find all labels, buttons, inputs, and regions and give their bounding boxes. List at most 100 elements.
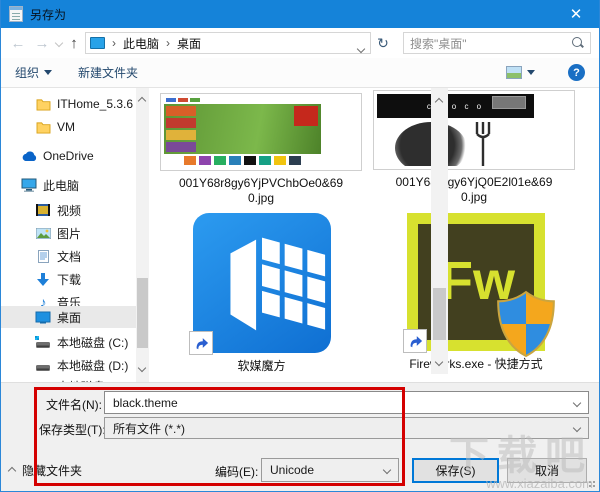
sidebar-item-label: 此电脑 xyxy=(43,177,79,194)
breadcrumb-separator: › xyxy=(166,36,170,50)
sidebar-item-label: 本地磁盘 (D:) xyxy=(57,357,128,374)
computer-icon xyxy=(21,177,37,193)
breadcrumb-item-desktop[interactable]: 桌面 xyxy=(177,35,201,52)
cancel-button[interactable]: 取消 xyxy=(507,458,587,483)
search-icon xyxy=(572,37,584,49)
sidebar-item-this-pc[interactable]: 此电脑 xyxy=(1,174,136,196)
file-item[interactable]: 001Y68r8gy6YjPVChbOe0&690.jpg xyxy=(161,94,361,206)
sidebar-item-pictures[interactable]: 图片 xyxy=(1,222,136,244)
pictures-icon xyxy=(35,225,51,241)
dropdown-triangle-icon xyxy=(44,70,52,75)
filetype-select[interactable]: 所有文件 (*.*) xyxy=(104,417,589,439)
sidebar-item-vm[interactable]: VM xyxy=(1,116,136,138)
scroll-up-icon[interactable] xyxy=(436,94,442,108)
search-placeholder: 搜索"桌面" xyxy=(410,35,572,52)
refresh-button[interactable]: ↻ xyxy=(373,32,393,54)
image-thumbnail xyxy=(161,94,361,170)
filename-value: black.theme xyxy=(113,396,178,410)
up-icon: ↑ xyxy=(70,35,78,52)
back-icon: ← xyxy=(11,35,26,52)
scroll-down-icon[interactable] xyxy=(436,354,442,368)
document-icon xyxy=(35,248,51,264)
sidebar-item-onedrive[interactable]: OneDrive xyxy=(1,145,136,167)
image-thumbnail: c u o c o xyxy=(374,91,574,169)
search-input[interactable]: 搜索"桌面" xyxy=(403,32,591,54)
dropdown-triangle-icon xyxy=(527,70,535,75)
file-list-scrollbar[interactable] xyxy=(431,88,448,374)
sidebar-item-label: 本地磁盘 (C:) xyxy=(57,334,128,351)
breadcrumb-dropdown-button[interactable] xyxy=(358,41,364,55)
sidebar-item-desktop[interactable]: 桌面 xyxy=(1,306,136,328)
chevron-down-icon xyxy=(357,45,365,53)
cloud-icon xyxy=(21,148,37,164)
breadcrumb-item-this-pc[interactable]: 此电脑 xyxy=(123,35,159,52)
file-browser-area: ITHome_5.3.6 VM OneDrive 此电脑 视频 图片 xyxy=(1,88,599,382)
sidebar-item-label: 下载 xyxy=(57,271,81,288)
sidebar-item-label: ITHome_5.3.6 xyxy=(57,97,133,111)
sidebar-item-local-disk-e[interactable]: 本地磁盘 (E:) xyxy=(1,375,136,382)
shortcut-arrow-icon xyxy=(189,331,213,355)
sidebar-item-label: 视频 xyxy=(57,202,81,219)
sidebar-scrollbar-thumb[interactable] xyxy=(137,278,148,348)
cube-glyph xyxy=(193,213,331,353)
file-item[interactable]: c u o c o 001Y68r8gy6YjQ0E2l01e&690.jpg xyxy=(374,91,574,205)
shortcut-arrow-icon xyxy=(403,329,427,353)
sidebar-item-videos[interactable]: 视频 xyxy=(1,199,136,221)
folder-icon xyxy=(35,119,51,135)
file-list-scrollbar-thumb[interactable] xyxy=(433,288,446,340)
chevron-down-icon xyxy=(573,398,581,406)
forward-button[interactable]: → xyxy=(31,28,53,58)
sidebar-item-label: OneDrive xyxy=(43,149,94,163)
save-as-dialog: 另存为 ✕ ← → ↑ › 此电脑 › 桌面 ↻ 搜索"桌面" 组织 xyxy=(0,0,600,492)
close-button[interactable]: ✕ xyxy=(553,0,599,28)
filetype-label: 保存类型(T): xyxy=(39,421,106,438)
organize-label: 组织 xyxy=(15,64,39,81)
filetype-value: 所有文件 (*.*) xyxy=(113,420,185,437)
scroll-up-icon[interactable] xyxy=(139,93,145,107)
sidebar-scrollbar[interactable] xyxy=(136,88,149,382)
titlebar: 另存为 ✕ xyxy=(1,0,599,28)
encoding-select[interactable]: Unicode xyxy=(261,458,399,482)
sidebar-item-local-disk-d[interactable]: 本地磁盘 (D:) xyxy=(1,354,136,376)
notepad-app-icon xyxy=(9,6,23,22)
new-folder-button[interactable]: 新建文件夹 xyxy=(78,64,138,81)
file-item[interactable]: Fw xyxy=(381,213,571,372)
ruanmei-cube-app-icon xyxy=(193,213,331,353)
sidebar-item-label: 桌面 xyxy=(57,309,81,326)
uac-shield-icon xyxy=(495,290,557,361)
fireworks-app-icon: Fw xyxy=(407,213,545,351)
sidebar-item-local-disk-c[interactable]: 本地磁盘 (C:) xyxy=(1,331,136,353)
hide-folders-button[interactable]: 隐藏文件夹 xyxy=(9,462,82,479)
sidebar-item-label: 文档 xyxy=(57,248,81,265)
thumbnail-video-overlay xyxy=(492,96,526,109)
filename-input[interactable]: black.theme xyxy=(104,391,589,414)
thumbnails-view-icon xyxy=(506,66,522,79)
file-list: 001Y68r8gy6YjPVChbOe0&690.jpg c u o c o … xyxy=(149,88,579,382)
fork-graphic xyxy=(463,120,503,166)
up-button[interactable]: ↑ xyxy=(63,28,85,58)
navigation-pane: ITHome_5.3.6 VM OneDrive 此电脑 视频 图片 xyxy=(1,88,136,382)
new-folder-label: 新建文件夹 xyxy=(78,64,138,81)
file-label: 001Y68r8gy6YjQ0E2l01e&690.jpg xyxy=(392,175,557,205)
sidebar-item-downloads[interactable]: 下载 xyxy=(1,268,136,290)
encoding-label: 编码(E): xyxy=(215,463,258,480)
chevron-down-icon xyxy=(383,466,391,474)
sidebar-item-ithome[interactable]: ITHome_5.3.6 xyxy=(1,93,136,115)
back-button[interactable]: ← xyxy=(7,28,29,58)
help-button[interactable]: ? xyxy=(568,64,585,81)
breadcrumb[interactable]: › 此电脑 › 桌面 xyxy=(85,32,371,54)
this-pc-icon xyxy=(90,37,105,49)
close-icon: ✕ xyxy=(570,7,583,22)
view-mode-button[interactable] xyxy=(506,66,535,79)
download-arrow-icon xyxy=(35,271,51,287)
organize-button[interactable]: 组织 xyxy=(15,64,52,81)
save-button-label: 保存(S) xyxy=(436,462,476,479)
resize-grip[interactable] xyxy=(588,480,596,488)
breadcrumb-separator: › xyxy=(112,36,116,50)
sidebar-item-documents[interactable]: 文档 xyxy=(1,245,136,267)
scroll-down-icon[interactable] xyxy=(139,360,145,374)
file-label: 001Y68r8gy6YjPVChbOe0&690.jpg xyxy=(179,176,344,206)
filename-label: 文件名(N): xyxy=(46,396,102,413)
save-button[interactable]: 保存(S) xyxy=(412,458,499,483)
file-item[interactable]: 软媒魔方 xyxy=(169,213,354,374)
